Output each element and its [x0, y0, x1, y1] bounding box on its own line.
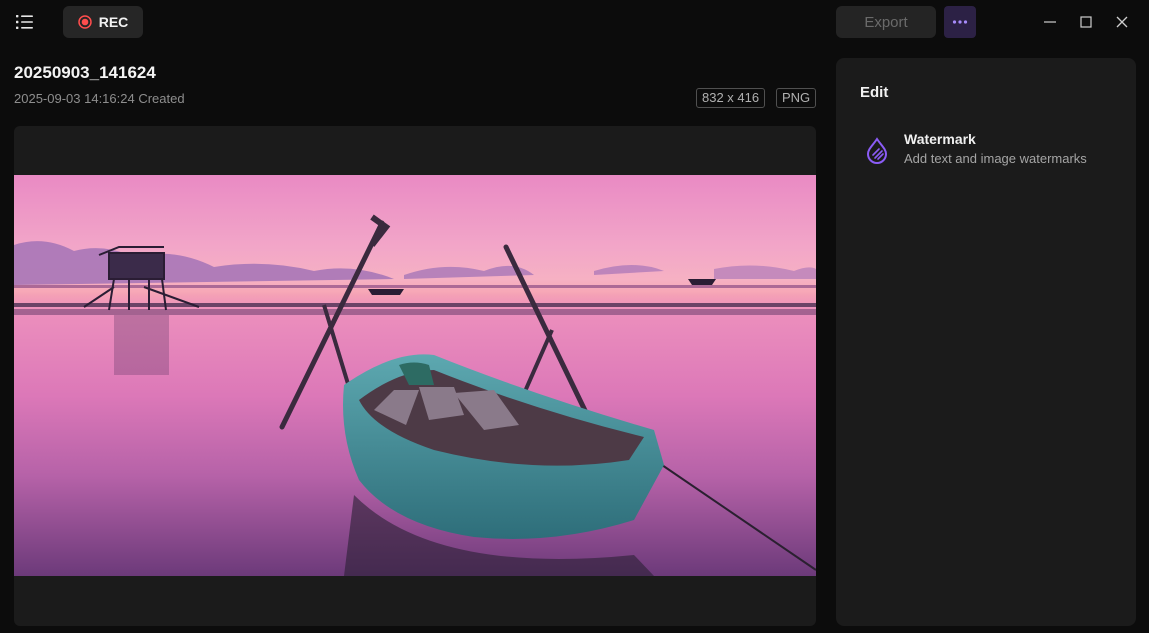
more-options-button[interactable] — [944, 6, 976, 38]
close-icon — [1116, 16, 1128, 28]
watermark-description: Add text and image watermarks — [904, 151, 1087, 166]
file-name-title: 20250903_141624 — [14, 63, 156, 82]
list-menu-icon — [16, 15, 33, 29]
watermark-title: Watermark — [904, 131, 976, 147]
record-button[interactable]: REC — [63, 6, 143, 38]
edit-panel: Edit Watermark Add text and image waterm… — [836, 58, 1136, 626]
format-badge: PNG — [776, 88, 817, 108]
close-button[interactable] — [1112, 12, 1132, 32]
created-timestamp: 2025-09-03 14:16:24 Created — [14, 91, 185, 106]
record-label: REC — [98, 14, 129, 30]
preview-image — [14, 175, 816, 576]
maximize-button[interactable] — [1076, 12, 1096, 32]
maximize-icon — [1080, 16, 1092, 28]
minimize-icon — [1044, 21, 1056, 23]
more-dots-icon — [952, 20, 968, 24]
watermark-option[interactable]: Watermark Add text and image watermarks — [860, 130, 1120, 174]
export-button[interactable]: Export — [836, 6, 936, 38]
menu-button[interactable] — [13, 10, 37, 34]
watermark-drop-icon — [866, 137, 888, 164]
dimensions-badge: 832 x 416 — [696, 88, 766, 108]
image-preview — [14, 126, 816, 626]
minimize-button[interactable] — [1040, 12, 1060, 32]
record-icon — [77, 15, 92, 29]
edit-panel-title: Edit — [860, 84, 889, 101]
